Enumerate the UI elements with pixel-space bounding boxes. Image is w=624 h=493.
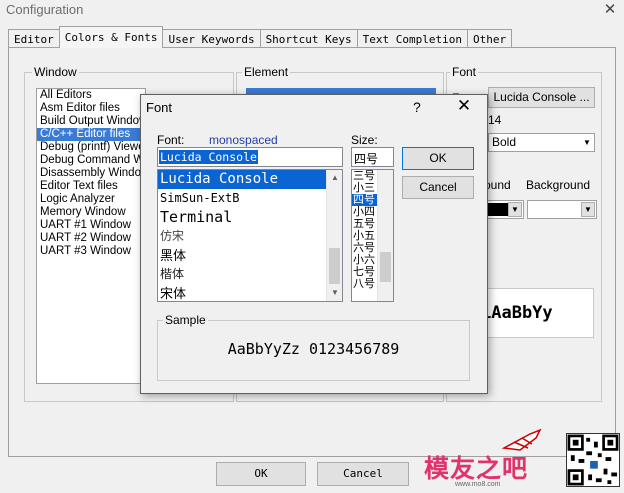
help-icon[interactable]: ? xyxy=(413,99,421,115)
watermark-text: 模友之吧 xyxy=(424,454,529,483)
font-preview: iAaBbYy xyxy=(472,288,594,338)
window-list-item[interactable]: Memory Window xyxy=(37,206,145,219)
tab-text-completion[interactable]: Text Completion xyxy=(356,29,468,48)
size-list-scrollbar[interactable] xyxy=(377,170,393,301)
font-cancel-button[interactable]: Cancel xyxy=(402,176,474,199)
ok-button[interactable]: OK xyxy=(216,462,306,486)
font-name-value: Lucida Console xyxy=(159,150,258,164)
font-name-input[interactable]: Lucida Console xyxy=(157,147,343,167)
font-size-value: 14 xyxy=(488,113,502,127)
cancel-button[interactable]: Cancel xyxy=(317,462,409,486)
font-hint: monospaced xyxy=(209,133,278,147)
window-list[interactable]: All Editors Asm Editor files Build Outpu… xyxy=(36,88,146,384)
window-list-item[interactable]: Editor Text files xyxy=(37,180,145,193)
window-list-item[interactable]: Debug (printf) Viewer xyxy=(37,141,145,154)
foreground-color-picker[interactable]: ▼ xyxy=(486,200,524,219)
font-style-select[interactable]: Bold ▼ xyxy=(488,133,595,152)
window-list-item[interactable]: All Editors xyxy=(37,89,145,102)
close-icon[interactable]: ✕ xyxy=(452,96,476,116)
window-group-label: Window xyxy=(32,65,79,79)
sample-text: AaBbYyZz 0123456789 xyxy=(227,340,400,358)
window-list-item[interactable]: UART #3 Window xyxy=(37,245,145,258)
tab-other[interactable]: Other xyxy=(467,29,513,48)
chevron-down-icon: ▼ xyxy=(508,202,522,217)
window-list-item[interactable]: Disassembly Window xyxy=(37,167,145,180)
close-icon[interactable]: ✕ xyxy=(598,0,622,20)
window-list-item[interactable]: UART #1 Window xyxy=(37,219,145,232)
window-title: Configuration xyxy=(6,2,84,17)
font-style-value: Bold xyxy=(492,135,517,149)
font-size-value: 四号 xyxy=(354,152,379,166)
foreground-color-swatch xyxy=(488,203,508,216)
font-size-input[interactable]: 四号 xyxy=(351,147,394,167)
font-preview-text: iAaBbYy xyxy=(481,303,553,323)
size-label: Size: xyxy=(351,133,378,147)
font-list-item-selected[interactable]: Lucida Console xyxy=(158,170,342,189)
font-list[interactable]: Lucida Console SimSun-ExtB Terminal 仿宋 黑… xyxy=(157,169,343,302)
watermark-url: www.mo8.com xyxy=(455,481,501,488)
font-list-scrollbar[interactable]: ▲ ▼ xyxy=(326,170,342,301)
font-list-item[interactable]: Terminal xyxy=(158,208,342,227)
element-group-label: Element xyxy=(242,65,291,79)
chevron-down-icon: ▼ xyxy=(583,138,591,147)
qr-code-icon xyxy=(566,433,620,487)
tab-shortcut-keys[interactable]: Shortcut Keys xyxy=(259,29,358,48)
window-list-item[interactable]: Asm Editor files xyxy=(37,102,145,115)
tab-editor[interactable]: Editor xyxy=(8,29,60,48)
font-dialog-title: Font xyxy=(146,100,173,115)
font-label: Font: xyxy=(157,133,185,147)
tab-user-keywords[interactable]: User Keywords xyxy=(162,29,261,48)
scroll-down-icon[interactable]: ▼ xyxy=(327,285,342,301)
window-list-item[interactable]: UART #2 Window xyxy=(37,232,145,245)
size-list[interactable]: 三号 小三 四号 小四 五号 小五 六号 小六 七号 八号 xyxy=(351,169,394,302)
font-dialog: Font ? ✕ Font: monospaced Lucida Console… xyxy=(140,94,488,394)
tab-bar: Editor Colors & Fonts User Keywords Shor… xyxy=(8,26,513,49)
scroll-thumb[interactable] xyxy=(329,248,340,284)
background-color-picker[interactable]: ▼ xyxy=(527,200,597,219)
scroll-up-icon[interactable]: ▲ xyxy=(327,170,342,186)
background-label: Background xyxy=(526,178,591,192)
window-list-item[interactable]: Debug Command Win xyxy=(37,154,145,167)
font-list-item[interactable]: 楷体 xyxy=(158,265,342,284)
chevron-down-icon: ▼ xyxy=(581,202,595,217)
scroll-thumb[interactable] xyxy=(380,252,391,282)
font-list-item[interactable]: 黑体 xyxy=(158,246,342,265)
font-list-item[interactable]: 仿宋 xyxy=(158,227,342,246)
font-group-label: Font xyxy=(450,65,479,79)
font-list-item[interactable]: SimSun-ExtB xyxy=(158,189,342,208)
window-list-item[interactable]: Logic Analyzer xyxy=(37,193,145,206)
window-list-item[interactable]: Build Output Window xyxy=(37,115,145,128)
window-list-item-selected[interactable]: C/C++ Editor files xyxy=(37,128,145,141)
font-list-item[interactable]: 宋体 xyxy=(158,284,342,301)
font-ok-button[interactable]: OK xyxy=(402,147,474,170)
font-picker-button[interactable]: Lucida Console ... xyxy=(488,87,595,108)
sample-label: Sample xyxy=(163,313,208,327)
tab-colors-fonts[interactable]: Colors & Fonts xyxy=(58,26,164,48)
